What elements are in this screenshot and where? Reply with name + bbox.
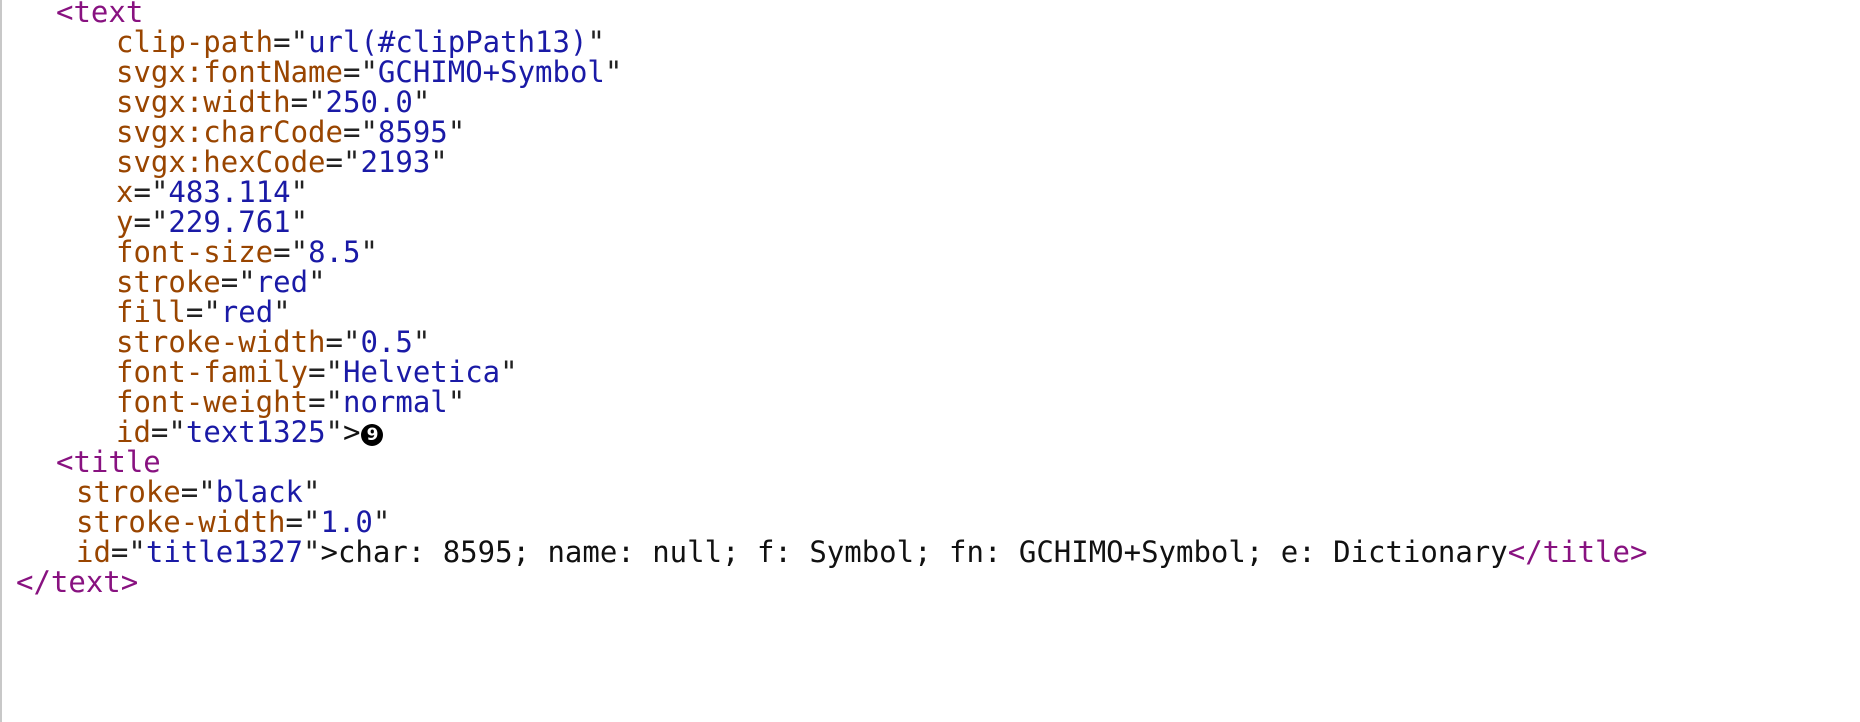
attribute-line: id="title1327">char: 8595; name: null; f… — [76, 535, 1648, 569]
attribute-value: text1325 — [185, 415, 326, 449]
title-content: char: 8595; name: null; f: Symbol; fn: G… — [337, 535, 1508, 569]
circled-nine-glyph: 9 — [361, 424, 384, 446]
text-close-tag: </text> — [16, 564, 138, 600]
title-close-tag: </title> — [1507, 535, 1648, 569]
attribute-value: title1327 — [145, 535, 303, 569]
tag-name: </text> — [16, 565, 139, 599]
attribute-value: 2193 — [360, 145, 431, 179]
xml-source-viewer: <text clip-path="url(#clipPath13)" svgx:… — [0, 0, 1860, 722]
